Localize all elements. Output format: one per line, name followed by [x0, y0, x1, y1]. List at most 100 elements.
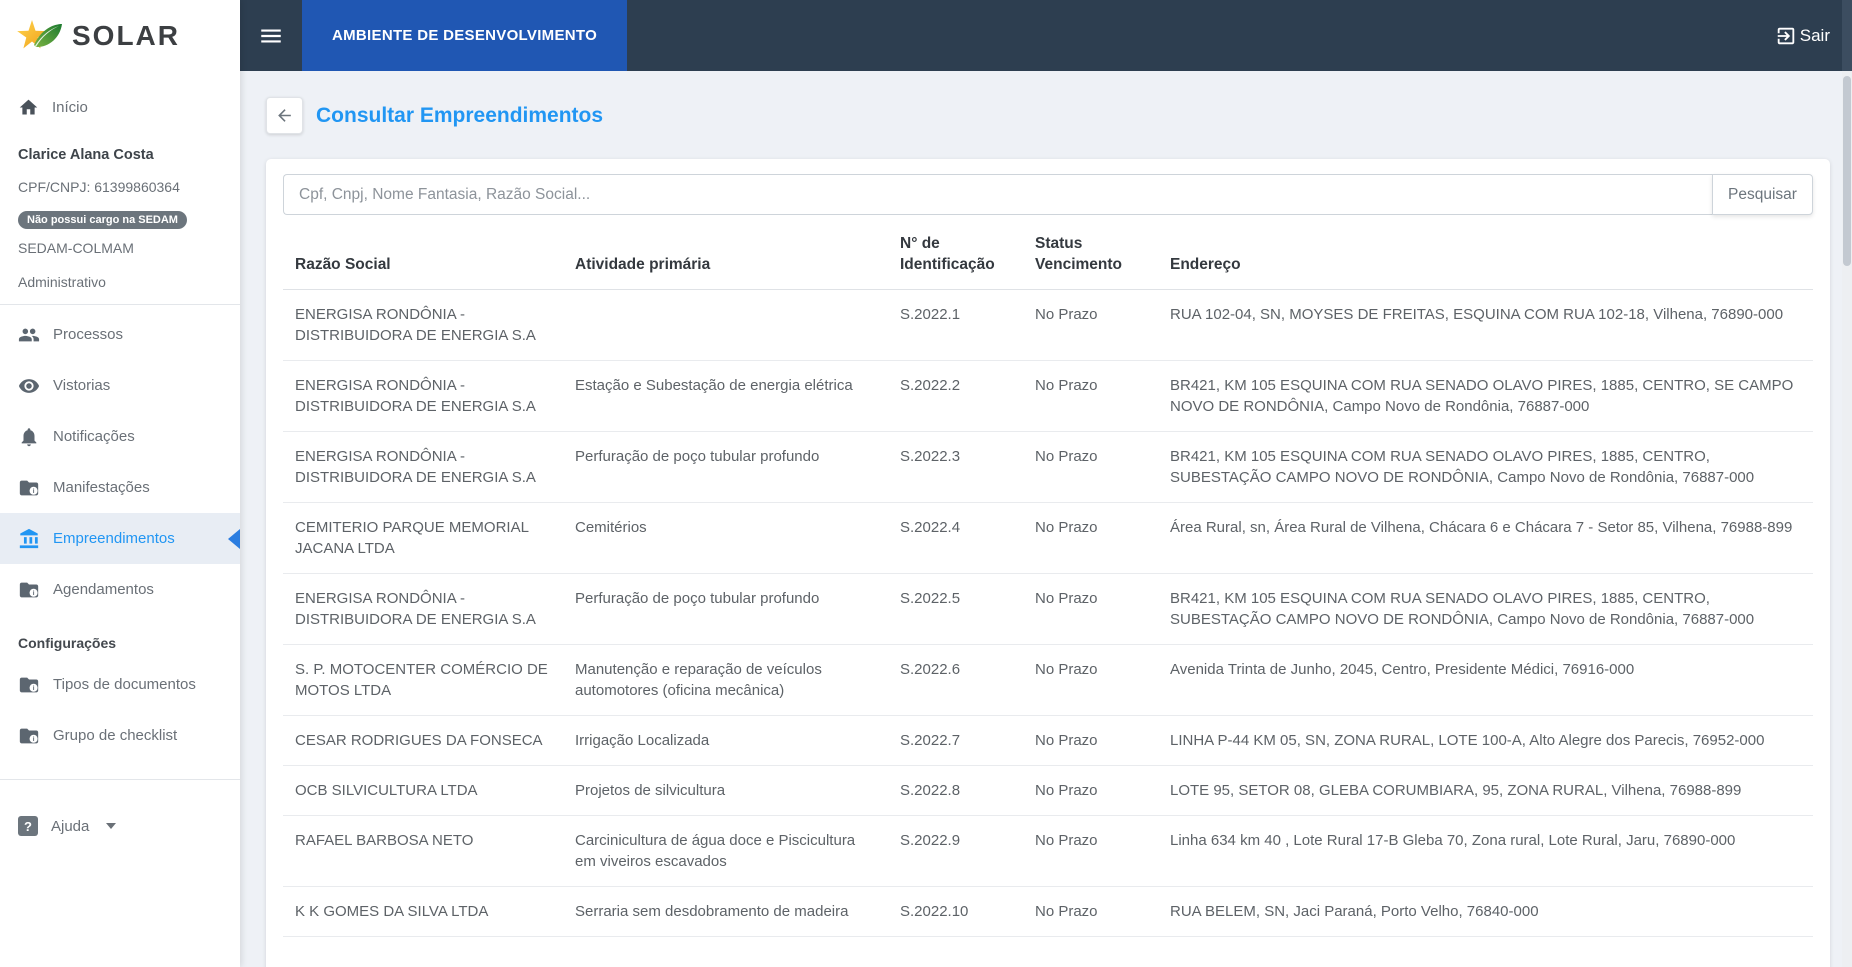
cell-endereco: Avenida Trinta de Junho, 2045, Centro, P… — [1158, 644, 1813, 716]
cell-atividade-primaria: Serraria sem desdobramento de madeira — [563, 886, 888, 937]
cell-razao-social: ENERGISA RONDÔNIA - DISTRIBUIDORA DE ENE… — [283, 289, 563, 361]
cell-razao-social: ENERGISA RONDÔNIA - DISTRIBUIDORA DE ENE… — [283, 573, 563, 645]
user-info: Clarice Alana Costa CPF/CNPJ: 6139986036… — [0, 131, 240, 290]
cell-atividade-primaria: Cemitérios — [563, 502, 888, 574]
cell-status-vencimento: No Prazo — [1023, 431, 1158, 503]
cell-endereco: BR421, KM 105 ESQUINA COM RUA SENADO OLA… — [1158, 360, 1813, 432]
home-icon — [19, 99, 38, 114]
chevron-down-icon — [106, 823, 117, 829]
cell-numero-identificacao: S.2022.1 — [888, 289, 1023, 361]
cell-status-vencimento: No Prazo — [1023, 573, 1158, 645]
cell-atividade-primaria: Projetos de silvicultura — [563, 765, 888, 816]
cell-numero-identificacao: S.2022.2 — [888, 360, 1023, 432]
sidebar-item-empreendimentos[interactable]: Empreendimentos — [0, 513, 240, 564]
menu-toggle-button[interactable] — [240, 0, 302, 71]
svg-text:i: i — [33, 589, 35, 596]
page-header: Consultar Empreendimentos — [266, 97, 1830, 134]
sidebar-item-label: Processos — [53, 326, 124, 343]
cell-razao-social: K K GOMES DA SILVA LTDA — [283, 886, 563, 937]
table-row: ENERGISA RONDÔNIA - DISTRIBUIDORA DE ENE… — [283, 431, 1813, 503]
cell-atividade-primaria: Irrigação Localizada — [563, 715, 888, 766]
scrollbar-thumb[interactable] — [1843, 76, 1851, 266]
scrollbar-track-top — [1842, 0, 1852, 71]
sidebar-item-label: Agendamentos — [53, 581, 154, 598]
sidebar-item-label: Grupo de checklist — [53, 727, 178, 744]
cell-status-vencimento: No Prazo — [1023, 289, 1158, 361]
cell-atividade-primaria: Perfuração de poço tubular profundo — [563, 573, 888, 645]
cell-status-vencimento: No Prazo — [1023, 765, 1158, 816]
cell-numero-identificacao: S.2022.9 — [888, 815, 1023, 887]
cell-status-vencimento: No Prazo — [1023, 360, 1158, 432]
cell-endereco: BR421, KM 105 ESQUINA COM RUA SENADO OLA… — [1158, 573, 1813, 645]
cell-numero-identificacao: S.2022.4 — [888, 502, 1023, 574]
cell-status-vencimento: No Prazo — [1023, 815, 1158, 887]
svg-text:i: i — [33, 487, 35, 494]
sidebar-item-ajuda[interactable]: ? Ajuda — [0, 802, 240, 850]
table-row: S. P. MOTOCENTER COMÉRCIO DE MOTOS LTDA … — [283, 644, 1813, 716]
brand-name: SOLAR — [72, 19, 180, 51]
cell-status-vencimento: No Prazo — [1023, 886, 1158, 937]
sidebar-item-label: Vistorias — [53, 377, 111, 394]
cell-status-vencimento: No Prazo — [1023, 715, 1158, 766]
user-name: Clarice Alana Costa — [18, 147, 154, 163]
folder-info-icon: i — [19, 677, 39, 692]
cell-numero-identificacao: S.2022.3 — [888, 431, 1023, 503]
sidebar-divider — [0, 304, 240, 305]
sidebar-item-vistorias[interactable]: Vistorias — [0, 360, 240, 411]
sidebar-item-notificacoes[interactable]: Notificações — [0, 411, 240, 462]
main-content: Consultar Empreendimentos Pesquisar Razã… — [240, 71, 1852, 967]
cell-razao-social: ENERGISA RONDÔNIA - DISTRIBUIDORA DE ENE… — [283, 431, 563, 503]
environment-button[interactable]: AMBIENTE DE DESENVOLVIMENTO — [302, 0, 628, 71]
table-row: CEMITERIO PARQUE MEMORIAL JACANA LTDA Ce… — [283, 502, 1813, 574]
bell-icon — [21, 427, 37, 446]
sidebar: SOLAR Início Clarice Alana Costa CPF/CNP… — [0, 0, 240, 967]
people-icon — [18, 328, 40, 341]
sidebar-item-tipos-de-documentos[interactable]: i Tipos de documentos — [0, 659, 240, 710]
search-button[interactable]: Pesquisar — [1712, 174, 1813, 215]
table-row: ENERGISA RONDÔNIA - DISTRIBUIDORA DE ENE… — [283, 289, 1813, 361]
cell-status-vencimento: No Prazo — [1023, 644, 1158, 716]
cell-atividade-primaria: Carcinicultura de água doce e Piscicultu… — [563, 815, 888, 887]
sidebar-divider — [0, 779, 240, 780]
vertical-scrollbar[interactable] — [1842, 0, 1852, 967]
table-row: RAFAEL BARBOSA NETO Carcinicultura de ág… — [283, 815, 1813, 887]
cell-razao-social: RAFAEL BARBOSA NETO — [283, 815, 563, 887]
col-header-numero-identificacao: N° de Identificação — [888, 223, 1023, 290]
logout-label: Sair — [1799, 25, 1830, 45]
exit-door-icon — [1777, 27, 1795, 44]
solar-star-leaf-icon — [17, 19, 62, 48]
cell-razao-social: CESAR RODRIGUES DA FONSECA — [283, 715, 563, 766]
cell-atividade-primaria: Manutenção e reparação de veículos autom… — [563, 644, 888, 716]
back-button[interactable] — [266, 97, 303, 134]
sidebar-item-label: Empreendimentos — [53, 530, 175, 547]
cell-atividade-primaria: Estação e Subestação de energia elétrica — [563, 360, 888, 432]
cell-endereco: RUA 102-04, SN, MOYSES DE FREITAS, ESQUI… — [1158, 289, 1813, 361]
table-row: K K GOMES DA SILVA LTDA Serraria sem des… — [283, 886, 1813, 937]
empreendimentos-table: Razão Social Atividade primária N° de Id… — [283, 223, 1813, 937]
cell-endereco: BR421, KM 105 ESQUINA COM RUA SENADO OLA… — [1158, 431, 1813, 503]
user-profile-role: Administrativo — [18, 274, 106, 290]
cell-numero-identificacao: S.2022.10 — [888, 886, 1023, 937]
table-row: ENERGISA RONDÔNIA - DISTRIBUIDORA DE ENE… — [283, 573, 1813, 645]
app-root: SOLAR Início Clarice Alana Costa CPF/CNP… — [0, 0, 1852, 967]
help-icon: ? — [18, 816, 38, 836]
eye-icon — [18, 378, 40, 393]
col-header-razao-social: Razão Social — [283, 223, 563, 290]
sidebar-item-processos[interactable]: Processos — [0, 309, 240, 360]
sidebar-nav: Início Clarice Alana Costa CPF/CNPJ: 613… — [0, 71, 240, 850]
cell-atividade-primaria — [563, 289, 888, 361]
sidebar-item-agendamentos[interactable]: i Agendamentos — [0, 564, 240, 615]
sidebar-item-label: Ajuda — [51, 817, 90, 835]
sidebar-item-inicio[interactable]: Início — [0, 83, 240, 131]
sidebar-item-label: Manifestações — [53, 479, 150, 496]
cell-endereco: LINHA P-44 KM 05, SN, ZONA RURAL, LOTE 1… — [1158, 715, 1813, 766]
logout-button[interactable]: Sair — [1769, 21, 1836, 51]
search-input[interactable] — [283, 174, 1712, 215]
cell-razao-social: S. P. MOTOCENTER COMÉRCIO DE MOTOS LTDA — [283, 644, 563, 716]
cell-numero-identificacao: S.2022.5 — [888, 573, 1023, 645]
sidebar-item-grupo-de-checklist[interactable]: i Grupo de checklist — [0, 710, 240, 761]
cell-status-vencimento: No Prazo — [1023, 502, 1158, 574]
svg-text:i: i — [33, 735, 35, 742]
sidebar-item-manifestacoes[interactable]: i Manifestações — [0, 462, 240, 513]
folder-info-icon: i — [19, 480, 39, 495]
